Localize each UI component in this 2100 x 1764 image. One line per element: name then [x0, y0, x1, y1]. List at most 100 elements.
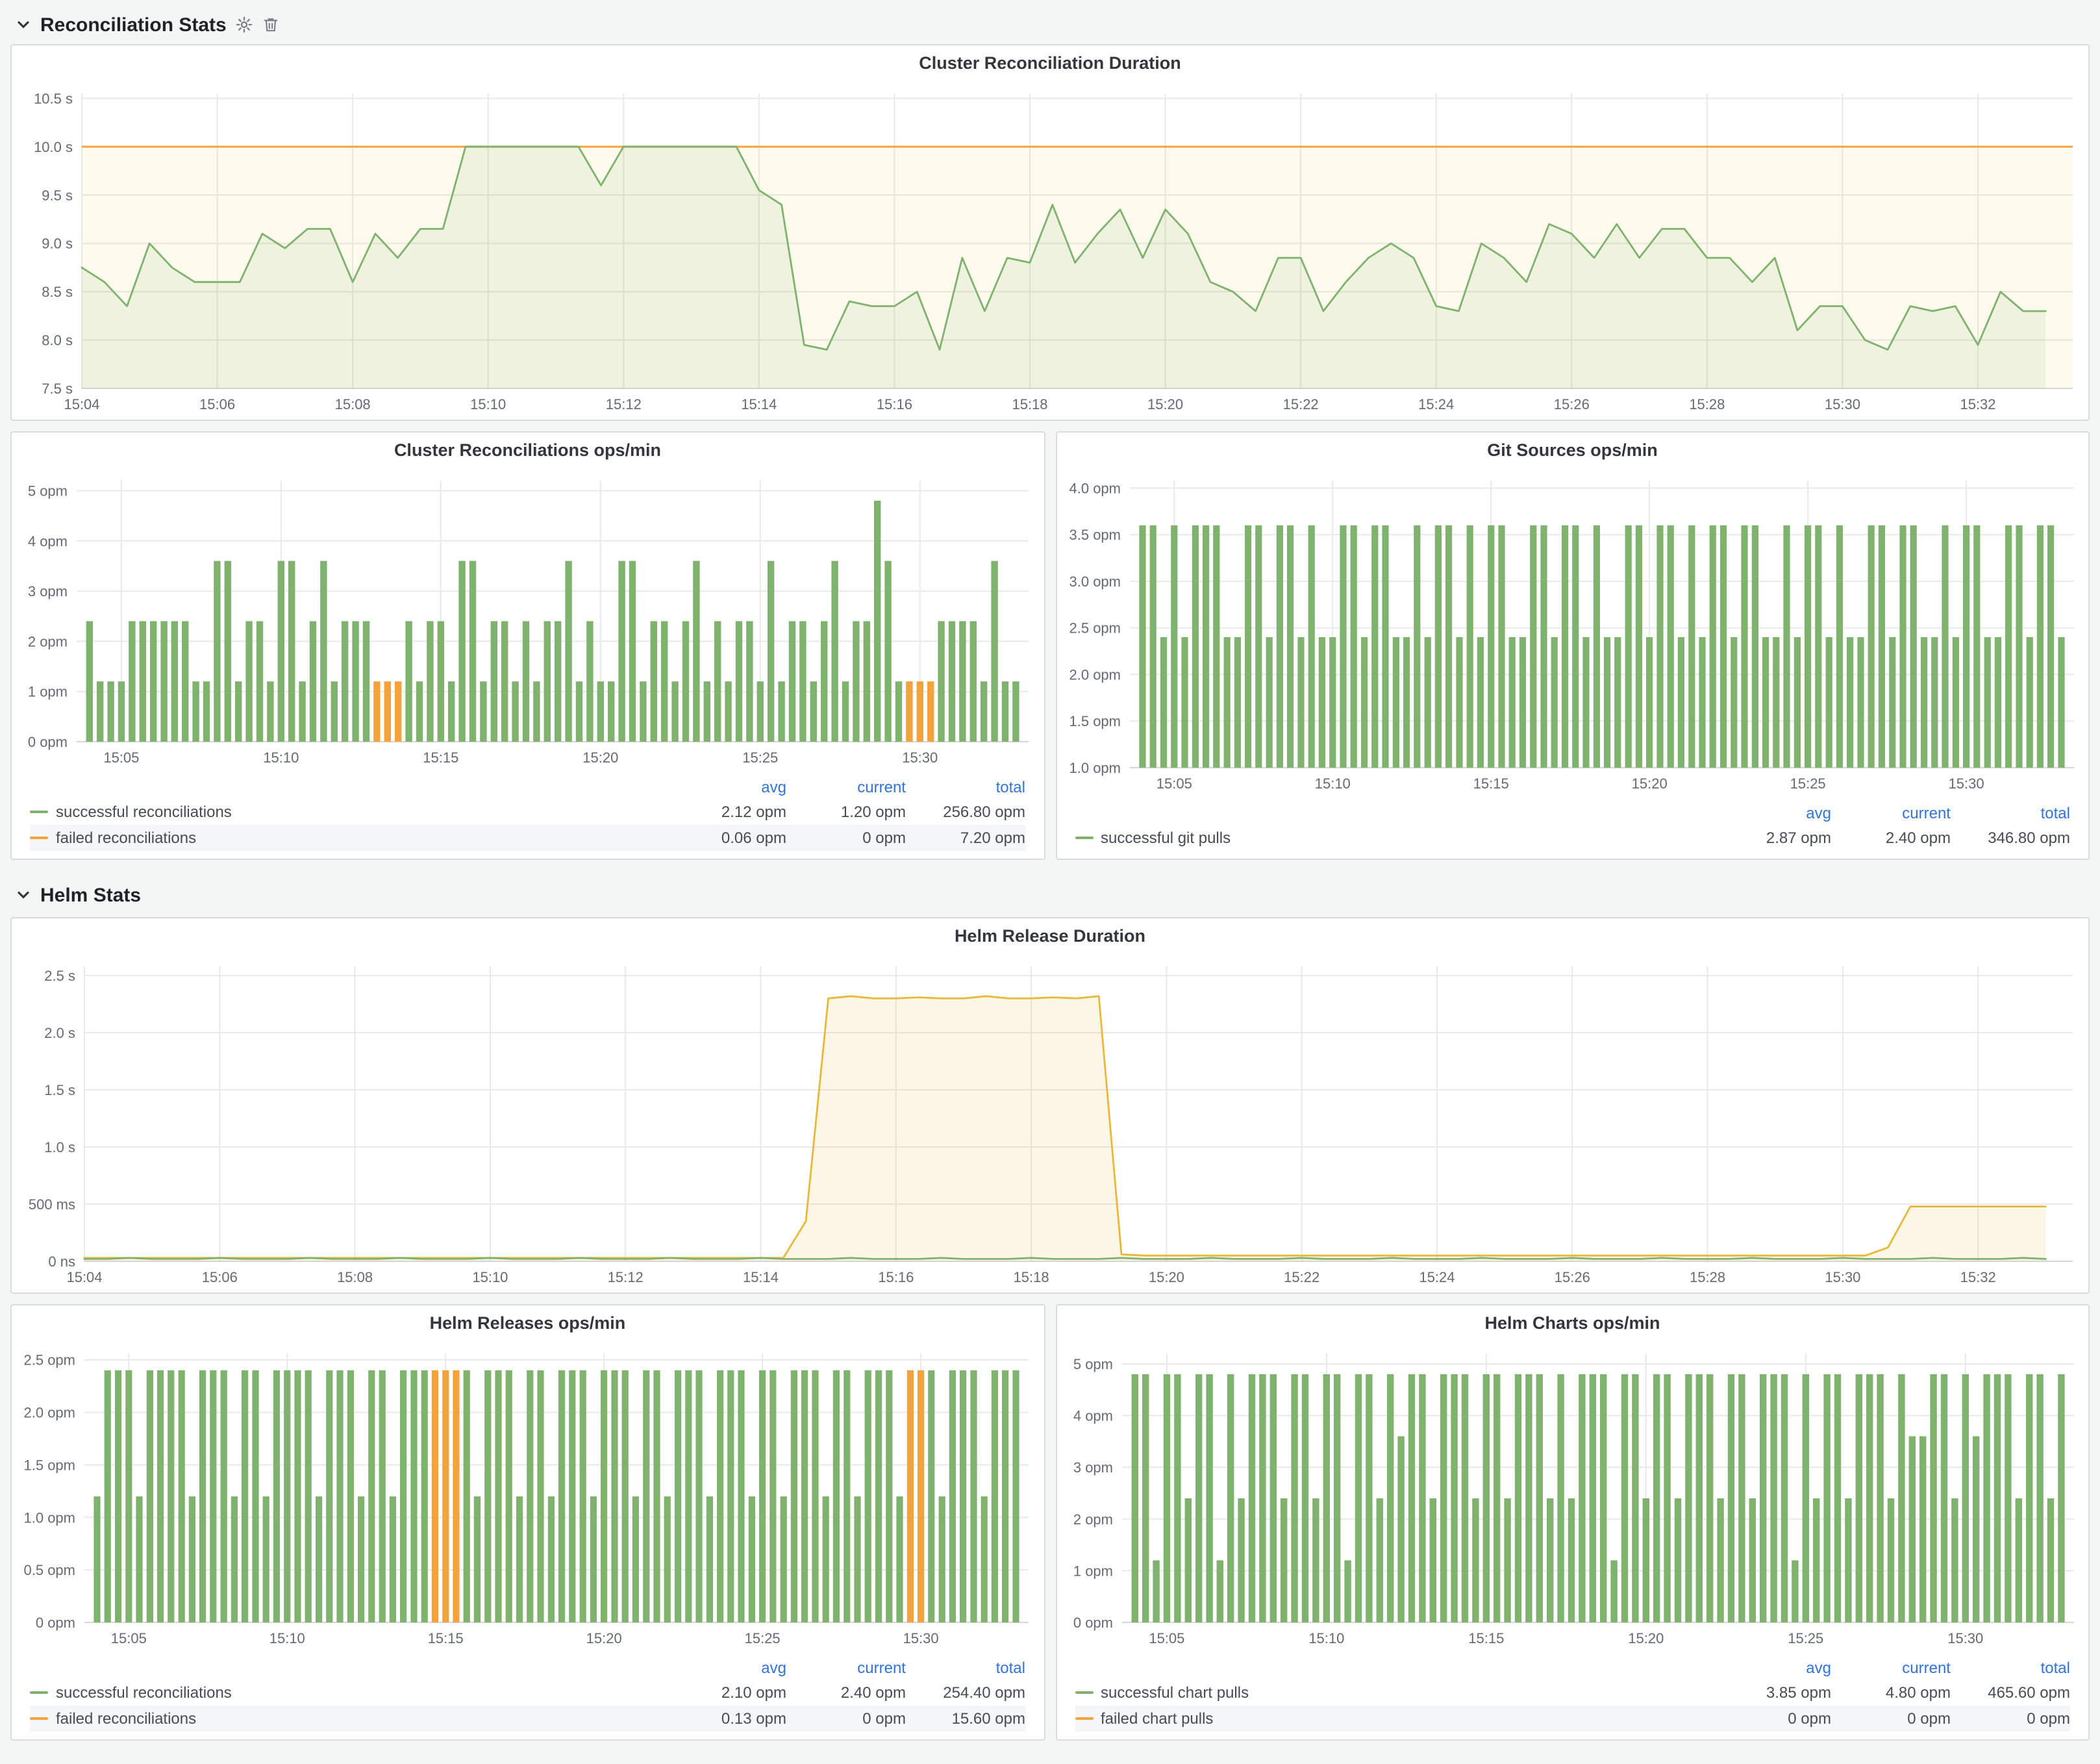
svg-text:2 opm: 2 opm: [1073, 1511, 1112, 1528]
svg-text:15:32: 15:32: [1960, 1269, 1996, 1285]
panel-title[interactable]: Cluster Reconciliation Duration: [12, 45, 2088, 81]
svg-text:3 opm: 3 opm: [1073, 1459, 1112, 1476]
svg-text:9.5 s: 9.5 s: [42, 187, 73, 203]
panel-title[interactable]: Helm Release Duration: [12, 918, 2088, 953]
legend: avgcurrenttotal successful chart pulls3.8…: [1056, 1654, 2088, 1739]
svg-text:15:28: 15:28: [1689, 396, 1725, 412]
svg-text:1.5 opm: 1.5 opm: [24, 1457, 76, 1473]
cluster-reconciliations-ops-chart[interactable]: 0 opm1 opm2 opm3 opm4 opm5 opm15:0515:10…: [12, 468, 1044, 773]
panel-title[interactable]: Helm Charts ops/min: [1056, 1305, 2088, 1341]
svg-text:3.0 opm: 3.0 opm: [1069, 573, 1121, 590]
cluster_ops-svg: 0 opm1 opm2 opm3 opm4 opm5 opm15:0515:10…: [12, 468, 1044, 773]
svg-text:3 opm: 3 opm: [28, 583, 68, 599]
legend-header-avg[interactable]: avg: [667, 778, 786, 796]
svg-text:15:30: 15:30: [902, 750, 938, 766]
legend-series-name[interactable]: failed reconciliations: [30, 1709, 667, 1728]
svg-text:4.0 opm: 4.0 opm: [1069, 480, 1121, 496]
helm-charts-ops-chart[interactable]: 0 opm1 opm2 opm3 opm4 opm5 opm15:0515:10…: [1056, 1341, 2088, 1654]
git_sources-svg: 1.0 opm1.5 opm2.0 opm2.5 opm3.0 opm3.5 o…: [1056, 468, 2088, 799]
svg-text:8.5 s: 8.5 s: [42, 284, 73, 300]
svg-text:15:22: 15:22: [1284, 1269, 1319, 1285]
legend-value: 4.80 opm: [1831, 1683, 1951, 1702]
legend-value: 346.80 opm: [1951, 829, 2070, 847]
legend-value: 3.85 opm: [1712, 1683, 1831, 1702]
svg-text:15:08: 15:08: [335, 396, 371, 412]
legend-value: 0 opm: [786, 829, 906, 847]
svg-text:0 opm: 0 opm: [28, 734, 68, 750]
helm_duration-svg: 0 ns500 ms1.0 s1.5 s2.0 s2.5 s15:0415:06…: [12, 953, 2088, 1292]
panel-title[interactable]: Git Sources ops/min: [1056, 433, 2088, 468]
legend-value: 0.13 opm: [667, 1709, 786, 1728]
svg-text:1.5 opm: 1.5 opm: [1069, 713, 1121, 729]
legend-series-name[interactable]: successful reconciliations: [30, 803, 667, 821]
panel-title[interactable]: Helm Releases ops/min: [12, 1305, 1044, 1341]
legend-series-name[interactable]: successful reconciliations: [30, 1683, 667, 1702]
chevron-down-icon[interactable]: [16, 887, 31, 903]
svg-text:15:25: 15:25: [1790, 775, 1825, 792]
legend-header-current[interactable]: current: [786, 778, 906, 796]
series-color-marker: [30, 1717, 48, 1720]
svg-text:1 opm: 1 opm: [1073, 1563, 1112, 1579]
svg-text:15:32: 15:32: [1960, 396, 1995, 412]
legend-series-name[interactable]: failed chart pulls: [1075, 1709, 1712, 1728]
svg-text:5 opm: 5 opm: [1073, 1356, 1112, 1372]
svg-text:15:25: 15:25: [745, 1630, 781, 1646]
legend-header-total[interactable]: total: [906, 1659, 1025, 1677]
svg-text:15:18: 15:18: [1014, 1269, 1049, 1285]
svg-text:15:06: 15:06: [202, 1269, 238, 1285]
svg-text:15:10: 15:10: [1308, 1630, 1344, 1646]
section-header-reconciliation-stats[interactable]: Reconciliation Stats: [10, 5, 2090, 44]
trash-icon[interactable]: [263, 16, 280, 34]
helm-release-duration-chart[interactable]: 0 ns500 ms1.0 s1.5 s2.0 s2.5 s15:0415:06…: [12, 953, 2088, 1292]
svg-text:2.0 opm: 2.0 opm: [24, 1405, 76, 1421]
svg-text:15:15: 15:15: [423, 750, 458, 766]
svg-text:5 opm: 5 opm: [28, 483, 68, 499]
svg-text:15:20: 15:20: [586, 1630, 622, 1646]
legend-series-name[interactable]: successful chart pulls: [1075, 1683, 1712, 1702]
legend-series-name[interactable]: successful git pulls: [1075, 829, 1712, 847]
git-sources-ops-chart[interactable]: 1.0 opm1.5 opm2.0 opm2.5 opm3.0 opm3.5 o…: [1056, 468, 2088, 799]
svg-text:9.0 s: 9.0 s: [42, 236, 73, 252]
legend-value: 0.06 opm: [667, 829, 786, 847]
panel-title[interactable]: Cluster Reconciliations ops/min: [12, 433, 1044, 468]
legend-header-total[interactable]: total: [906, 778, 1025, 796]
svg-text:15:30: 15:30: [1825, 1269, 1860, 1285]
legend-header-avg[interactable]: avg: [1712, 804, 1831, 822]
legend-series-name[interactable]: failed reconciliations: [30, 829, 667, 847]
legend-header-current[interactable]: current: [1831, 1659, 1951, 1677]
legend-value: 2.40 opm: [786, 1683, 906, 1702]
legend-header-total[interactable]: total: [1951, 1659, 2070, 1677]
svg-text:15:15: 15:15: [1473, 775, 1508, 792]
svg-text:15:14: 15:14: [741, 396, 777, 412]
svg-text:15:06: 15:06: [199, 396, 235, 412]
cluster-reconciliation-duration-chart[interactable]: 7.5 s8.0 s8.5 s9.0 s9.5 s10.0 s10.5 s15:…: [12, 81, 2088, 420]
legend-row: successful reconciliations2.10 opm2.40 o…: [30, 1680, 1025, 1706]
legend-header-avg[interactable]: avg: [667, 1659, 786, 1677]
legend-header-total[interactable]: total: [1951, 804, 2070, 822]
svg-text:15:05: 15:05: [1156, 775, 1192, 792]
legend-header-avg[interactable]: avg: [1712, 1659, 1831, 1677]
series-color-marker: [1075, 1717, 1093, 1720]
legend-value: 2.40 opm: [1831, 829, 1951, 847]
legend-row: failed chart pulls0 opm0 opm0 opm: [1075, 1706, 2070, 1732]
svg-text:15:28: 15:28: [1690, 1269, 1725, 1285]
svg-text:15:05: 15:05: [111, 1630, 147, 1646]
panel-helm-releases-ops: Helm Releases ops/min 0 opm0.5 opm1.0 op…: [10, 1304, 1045, 1741]
section-header-helm-stats[interactable]: Helm Stats: [10, 873, 2090, 917]
chevron-down-icon[interactable]: [16, 17, 31, 32]
legend-header-current[interactable]: current: [1831, 804, 1951, 822]
svg-text:15:20: 15:20: [1627, 1630, 1663, 1646]
helm-releases-ops-chart[interactable]: 0 opm0.5 opm1.0 opm1.5 opm2.0 opm2.5 opm…: [12, 1341, 1044, 1654]
svg-text:15:15: 15:15: [428, 1630, 464, 1646]
section-title[interactable]: Reconciliation Stats: [40, 14, 227, 36]
legend-header-current[interactable]: current: [786, 1659, 906, 1677]
gear-icon[interactable]: [236, 16, 254, 34]
section-title[interactable]: Helm Stats: [40, 884, 141, 906]
svg-text:15:20: 15:20: [582, 750, 618, 766]
svg-text:0.5 opm: 0.5 opm: [24, 1562, 76, 1578]
svg-text:15:12: 15:12: [608, 1269, 644, 1285]
svg-text:4 opm: 4 opm: [1073, 1408, 1112, 1424]
svg-text:1.0 opm: 1.0 opm: [1069, 760, 1121, 776]
svg-text:15:10: 15:10: [470, 396, 506, 412]
legend-row: failed reconciliations0.06 opm0 opm7.20 …: [30, 825, 1025, 851]
